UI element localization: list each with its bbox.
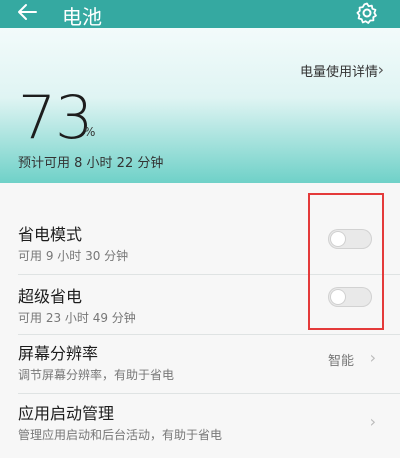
resolution-value: 智能 [327, 354, 354, 369]
item-label: 应用启动管理 [18, 404, 115, 423]
divider [18, 393, 400, 394]
chevron-right-icon: › [369, 348, 376, 367]
highlight-box [308, 193, 384, 330]
gear-icon [356, 2, 377, 24]
usage-details-link[interactable]: 电量使用详情 [300, 61, 378, 80]
chevron-right-icon: › [369, 412, 376, 431]
back-button[interactable] [14, 1, 40, 23]
settings-button[interactable] [354, 0, 380, 26]
item-sub: 调节屏幕分辨率，有助于省电 [18, 368, 175, 382]
chevron-right-icon: › [377, 60, 384, 79]
battery-percent: 73 [18, 83, 93, 153]
back-arrow-icon [18, 4, 37, 20]
item-sub: 可用 23 小时 49 分钟 [18, 311, 136, 325]
item-label: 屏幕分辨率 [18, 344, 99, 363]
item-label: 省电模式 [18, 225, 83, 244]
divider [18, 334, 400, 335]
item-sub: 可用 9 小时 30 分钟 [18, 249, 129, 263]
item-label: 超级省电 [18, 287, 83, 306]
page-title: 电池 [62, 5, 102, 29]
app-bar: 电池 [0, 0, 400, 29]
percent-unit: % [84, 125, 96, 139]
remaining-time: 预计可用 8 小时 22 分钟 [18, 156, 164, 171]
item-sub: 管理应用启动和后台活动，有助于省电 [18, 428, 223, 442]
